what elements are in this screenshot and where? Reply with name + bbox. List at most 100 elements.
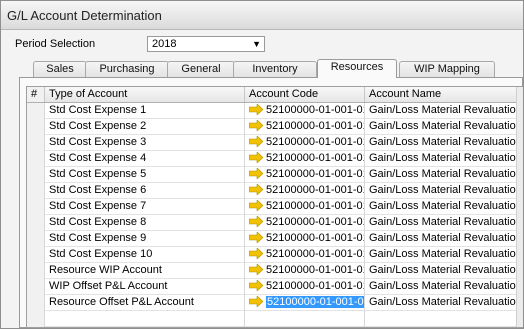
row-number-cell <box>27 199 45 215</box>
account-code-value: 52100000-01-001-01 <box>266 152 365 164</box>
account-code-value: 52100000-01-001-01 <box>266 120 365 132</box>
tab-general[interactable]: General <box>167 61 235 77</box>
account-code-value: 52100000-01-001-01 <box>266 184 365 196</box>
account-code-value: 52100000-01-001-01 <box>266 216 365 228</box>
account-name-cell: Gain/Loss Material Revaluation (HO <box>365 103 523 119</box>
row-number-cell <box>27 311 45 327</box>
row-number-cell <box>27 295 45 311</box>
table-row[interactable]: Std Cost Expense 3 52100000-01-001-01 Gain… <box>27 135 523 151</box>
row-number-cell <box>27 167 45 183</box>
account-code-cell[interactable]: 52100000-01-001-01 <box>245 167 365 183</box>
account-code-value: 52100000-01-001-01 <box>266 296 364 308</box>
account-code-cell[interactable]: 52100000-01-001-01 <box>245 247 365 263</box>
table-row[interactable] <box>27 327 523 328</box>
account-code-cell[interactable]: 52100000-01-001-01 <box>245 151 365 167</box>
chevron-down-icon[interactable]: ▼ <box>252 37 261 51</box>
table-row[interactable]: Std Cost Expense 9 52100000-01-001-01 Gain… <box>27 231 523 247</box>
col-header-name[interactable]: Account Name <box>365 87 523 102</box>
account-code-cell[interactable]: 52100000-01-001-01 <box>245 183 365 199</box>
account-name-cell: Gain/Loss Material Revaluation (HO <box>365 167 523 183</box>
link-arrow-icon[interactable] <box>248 151 264 164</box>
link-arrow-icon[interactable] <box>248 183 264 196</box>
link-arrow-icon[interactable] <box>248 103 264 116</box>
table-row[interactable]: Std Cost Expense 8 52100000-01-001-01 Gain… <box>27 215 523 231</box>
account-name-cell: Gain/Loss Material Revaluation (HO <box>365 199 523 215</box>
table-row[interactable]: WIP Offset P&L Account 52100000-01-001-01… <box>27 279 523 295</box>
table-row[interactable]: Std Cost Expense 2 52100000-01-001-01 Gain… <box>27 119 523 135</box>
grid-header: # Type of Account Account Code Account N… <box>27 87 523 103</box>
account-code-cell[interactable]: 52100000-01-001-01 <box>245 119 365 135</box>
tab-wip-mapping[interactable]: WIP Mapping <box>399 61 495 77</box>
row-number-cell <box>27 231 45 247</box>
account-code-value: 52100000-01-001-01 <box>266 280 365 292</box>
account-code-value: 52100000-01-001-01 <box>266 232 365 244</box>
link-arrow-icon[interactable] <box>248 231 264 244</box>
type-cell: Resource WIP Account <box>45 263 245 279</box>
account-code-value: 52100000-01-001-01 <box>266 264 365 276</box>
tab-strip: Sales Purchasing General Inventory Resou… <box>19 59 519 78</box>
link-arrow-icon[interactable] <box>248 215 264 228</box>
col-header-code[interactable]: Account Code <box>245 87 365 102</box>
type-cell: Std Cost Expense 1 <box>45 103 245 119</box>
account-code-cell[interactable]: 52100000-01-001-01 <box>245 295 365 311</box>
account-code-cell[interactable]: 52100000-01-001-01 <box>245 135 365 151</box>
link-arrow-icon[interactable] <box>248 135 264 148</box>
type-cell: Resource Offset P&L Account <box>45 295 245 311</box>
type-cell: Std Cost Expense 7 <box>45 199 245 215</box>
account-code-cell[interactable] <box>245 311 365 327</box>
col-header-number[interactable]: # <box>27 87 45 102</box>
row-number-cell <box>27 151 45 167</box>
account-code-cell[interactable]: 52100000-01-001-01 <box>245 279 365 295</box>
link-arrow-icon[interactable] <box>248 279 264 292</box>
table-row[interactable]: Std Cost Expense 6 52100000-01-001-01 Gain… <box>27 183 523 199</box>
account-name-cell: Gain/Loss Material Revaluation (HO <box>365 263 523 279</box>
account-code-cell[interactable]: 52100000-01-001-01 <box>245 215 365 231</box>
account-code-cell[interactable] <box>245 327 365 328</box>
row-number-cell <box>27 263 45 279</box>
table-row[interactable]: Std Cost Expense 1 52100000-01-001-01 Gain… <box>27 103 523 119</box>
row-number-cell <box>27 135 45 151</box>
period-selection-dropdown[interactable]: 2018 ▼ <box>147 36 265 52</box>
tab-resources[interactable]: Resources <box>317 59 397 78</box>
gl-account-determination-window: G/L Account Determination Period Selecti… <box>0 0 524 329</box>
link-arrow-icon[interactable] <box>248 167 264 180</box>
account-code-value: 52100000-01-001-01 <box>266 136 365 148</box>
link-arrow-icon[interactable] <box>248 199 264 212</box>
account-name-cell: Gain/Loss Material Revaluation (HO <box>365 231 523 247</box>
table-row[interactable]: Std Cost Expense 10 52100000-01-001-01 Gai… <box>27 247 523 263</box>
account-name-cell: Gain/Loss Material Revaluation (HO <box>365 151 523 167</box>
account-code-cell[interactable]: 52100000-01-001-01 <box>245 199 365 215</box>
period-selection-value: 2018 <box>152 38 177 50</box>
type-cell <box>45 311 245 327</box>
table-row[interactable] <box>27 311 523 327</box>
type-cell <box>45 327 245 328</box>
account-name-cell: Gain/Loss Material Revaluation (HO <box>365 183 523 199</box>
row-number-cell <box>27 103 45 119</box>
tab-inventory[interactable]: Inventory <box>233 61 317 77</box>
account-code-cell[interactable]: 52100000-01-001-01 <box>245 231 365 247</box>
account-code-cell[interactable]: 52100000-01-001-01 <box>245 103 365 119</box>
link-arrow-icon[interactable] <box>248 263 264 276</box>
table-row[interactable]: Std Cost Expense 5 52100000-01-001-01 Gain… <box>27 167 523 183</box>
account-name-cell: Gain/Loss Material Revaluation (HO <box>365 135 523 151</box>
link-arrow-icon[interactable] <box>248 247 264 260</box>
account-code-cell[interactable]: 52100000-01-001-01 <box>245 263 365 279</box>
vertical-scrollbar[interactable] <box>516 87 523 327</box>
row-number-cell <box>27 183 45 199</box>
row-number-cell <box>27 215 45 231</box>
type-cell: Std Cost Expense 8 <box>45 215 245 231</box>
table-row[interactable]: Resource Offset P&L Account 52100000-01-0… <box>27 295 523 311</box>
link-arrow-icon[interactable] <box>248 119 264 132</box>
tab-purchasing[interactable]: Purchasing <box>85 61 169 77</box>
tab-sales[interactable]: Sales <box>33 61 87 77</box>
table-row[interactable]: Std Cost Expense 7 52100000-01-001-01 Gain… <box>27 199 523 215</box>
row-number-cell <box>27 247 45 263</box>
col-header-type[interactable]: Type of Account <box>45 87 245 102</box>
link-arrow-icon[interactable] <box>248 295 264 308</box>
account-name-cell <box>365 311 523 327</box>
table-row[interactable]: Std Cost Expense 4 52100000-01-001-01 Gain… <box>27 151 523 167</box>
account-code-value: 52100000-01-001-01 <box>266 248 365 260</box>
row-number-cell <box>27 327 45 328</box>
table-row[interactable]: Resource WIP Account 52100000-01-001-01 Ga… <box>27 263 523 279</box>
type-cell: Std Cost Expense 9 <box>45 231 245 247</box>
